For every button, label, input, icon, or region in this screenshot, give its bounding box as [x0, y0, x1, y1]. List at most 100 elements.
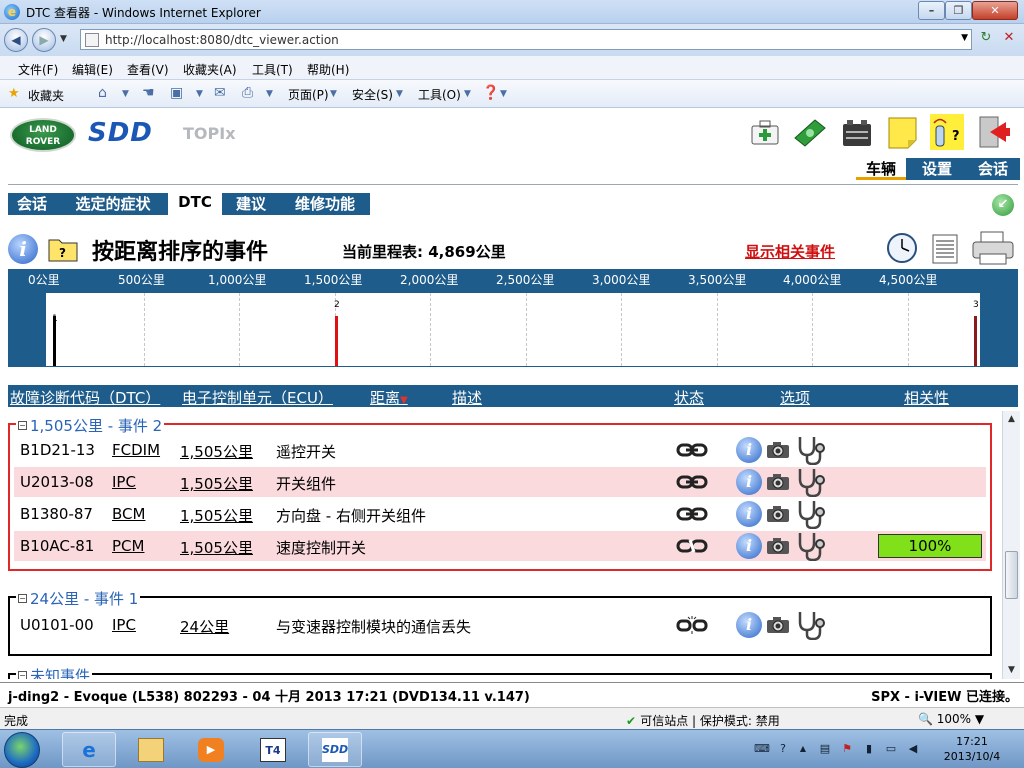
camera-icon[interactable]: [766, 505, 790, 523]
stop-icon[interactable]: ✕: [999, 30, 1019, 50]
subtab-session[interactable]: 会话: [8, 193, 56, 215]
tray-expand-icon[interactable]: ▲: [796, 742, 810, 756]
ecu-link[interactable]: FCDIM: [112, 441, 160, 459]
taskbar-ie[interactable]: e: [62, 732, 116, 767]
header-description[interactable]: 描述: [452, 387, 482, 408]
info-icon[interactable]: i: [736, 612, 762, 638]
tab-session[interactable]: 会话: [966, 158, 1020, 180]
dtc-row[interactable]: U0101-00 IPC 24公里 与变速器控制模块的通信丢失 i: [14, 610, 986, 641]
timeline-event-marker[interactable]: [974, 316, 977, 366]
tab-vehicle[interactable]: 车辆: [856, 158, 906, 180]
scroll-thumb[interactable]: [1005, 551, 1018, 599]
exit-icon[interactable]: [976, 114, 1010, 150]
camera-icon[interactable]: [766, 473, 790, 491]
header-options[interactable]: 选项: [780, 387, 810, 408]
help-dropdown-icon[interactable]: ▼: [500, 89, 507, 99]
page-menu[interactable]: 页面(P): [288, 86, 329, 103]
info-icon[interactable]: i: [736, 501, 762, 527]
printer-icon[interactable]: [970, 230, 1016, 266]
close-button[interactable]: ✕: [972, 1, 1018, 20]
header-relevance[interactable]: 相关性: [904, 387, 949, 408]
ecu-link[interactable]: IPC: [112, 616, 136, 634]
mail-icon[interactable]: ✉: [214, 85, 226, 101]
hand-icon[interactable]: ☚: [142, 85, 155, 101]
home-icon[interactable]: ⌂: [98, 85, 107, 101]
dtc-row[interactable]: B10AC-81 PCM 1,505公里 速度控制开关 i 100%: [14, 531, 986, 562]
distance-link[interactable]: 1,505公里: [180, 473, 253, 494]
page-dropdown-icon[interactable]: ▼: [330, 89, 337, 99]
taskbar-media-player[interactable]: ▶: [184, 732, 238, 767]
network-tray-icon[interactable]: ▤: [818, 742, 832, 756]
header-ecu[interactable]: 电子控制单元（ECU）: [182, 387, 333, 408]
zoom-level[interactable]: 🔍 100% ▼: [918, 712, 984, 726]
subtab-symptoms[interactable]: 选定的症状: [62, 193, 164, 215]
battery-tray-icon[interactable]: ▭: [884, 742, 898, 756]
ecu-link[interactable]: BCM: [112, 505, 145, 523]
header-dtc[interactable]: 故障诊断代码（DTC）: [10, 387, 160, 408]
stethoscope-icon[interactable]: [794, 531, 828, 562]
menu-help[interactable]: 帮助(H): [307, 61, 349, 78]
event-group-label[interactable]: −1,505公里 - 事件 2: [16, 415, 165, 436]
event-group-label[interactable]: − 未知事件: [16, 665, 93, 679]
security-zone[interactable]: ✔ 可信站点 | 保护模式: 禁用: [626, 712, 780, 729]
tab-settings[interactable]: 设置: [910, 158, 964, 180]
taskbar-t4[interactable]: T4: [246, 732, 300, 767]
stethoscope-icon[interactable]: [794, 435, 828, 466]
safety-dropdown-icon[interactable]: ▼: [396, 89, 403, 99]
menu-tools[interactable]: 工具(T): [252, 61, 293, 78]
timeline-event-marker[interactable]: [335, 316, 338, 366]
money-icon[interactable]: [793, 114, 827, 150]
menu-file[interactable]: 文件(F): [18, 61, 58, 78]
wireless-help-icon[interactable]: ?: [930, 114, 964, 150]
distance-link[interactable]: 24公里: [180, 616, 229, 637]
header-status[interactable]: 状态: [674, 387, 704, 408]
info-icon[interactable]: i: [736, 533, 762, 559]
info-icon[interactable]: i: [736, 469, 762, 495]
clock-icon[interactable]: [886, 232, 918, 264]
feeds-icon[interactable]: ▣: [170, 85, 183, 101]
results-scrollbar[interactable]: ▲ ▼: [1002, 411, 1020, 679]
show-related-events-link[interactable]: 显示相关事件: [745, 241, 835, 262]
notes-icon[interactable]: [886, 114, 920, 150]
dtc-row[interactable]: B1D21-13 FCDIM 1,505公里 遥控开关 i: [14, 435, 986, 466]
menu-favorites[interactable]: 收藏夹(A): [183, 61, 237, 78]
ecu-link[interactable]: IPC: [112, 473, 136, 491]
dtc-row[interactable]: B1380-87 BCM 1,505公里 方向盘 - 右侧开关组件 i: [14, 499, 986, 530]
favorites-star-icon[interactable]: ★: [8, 86, 20, 101]
favorites-button[interactable]: 收藏夹: [28, 87, 64, 104]
back-button[interactable]: ◀: [4, 28, 28, 52]
action-center-icon[interactable]: ⚑: [840, 742, 854, 756]
refresh-icon[interactable]: ↻: [976, 30, 996, 50]
dtc-row[interactable]: U2013-08 IPC 1,505公里 开关组件 i: [14, 467, 986, 498]
feeds-dropdown-icon[interactable]: ▼: [196, 89, 203, 99]
event-group-label[interactable]: −24公里 - 事件 1: [16, 588, 141, 609]
header-distance[interactable]: 距离▼: [370, 387, 408, 408]
collapse-icon[interactable]: −: [18, 594, 27, 603]
back-arrow-icon[interactable]: ↙: [992, 194, 1014, 216]
forward-button[interactable]: ▶: [32, 28, 56, 52]
list-view-icon[interactable]: [932, 234, 958, 264]
collapse-icon[interactable]: −: [18, 671, 27, 679]
medkit-icon[interactable]: [748, 114, 782, 150]
tools-menu[interactable]: 工具(O): [418, 86, 461, 103]
info-icon[interactable]: i: [8, 234, 38, 264]
taskbar-explorer[interactable]: [124, 732, 178, 767]
distance-link[interactable]: 1,505公里: [180, 505, 253, 526]
camera-icon[interactable]: [766, 616, 790, 634]
signal-icon[interactable]: ▮: [862, 742, 876, 756]
battery-icon[interactable]: [840, 114, 874, 150]
taskbar-sdd[interactable]: SDD: [308, 732, 362, 767]
ecu-link[interactable]: PCM: [112, 537, 144, 555]
url-field[interactable]: http://localhost:8080/dtc_viewer.action …: [80, 29, 972, 50]
minimize-button[interactable]: –: [918, 1, 945, 20]
scroll-down-icon[interactable]: ▼: [1003, 662, 1020, 679]
subtab-repair-functions[interactable]: 维修功能: [280, 193, 370, 215]
scroll-up-icon[interactable]: ▲: [1003, 411, 1020, 428]
home-dropdown-icon[interactable]: ▼: [122, 89, 129, 99]
volume-icon[interactable]: ◀: [906, 742, 920, 756]
stethoscope-icon[interactable]: [794, 467, 828, 498]
help-icon[interactable]: ❓: [482, 85, 499, 101]
distance-link[interactable]: 1,505公里: [180, 441, 253, 462]
print-dropdown-icon[interactable]: ▼: [266, 89, 273, 99]
stethoscope-icon[interactable]: [794, 499, 828, 530]
